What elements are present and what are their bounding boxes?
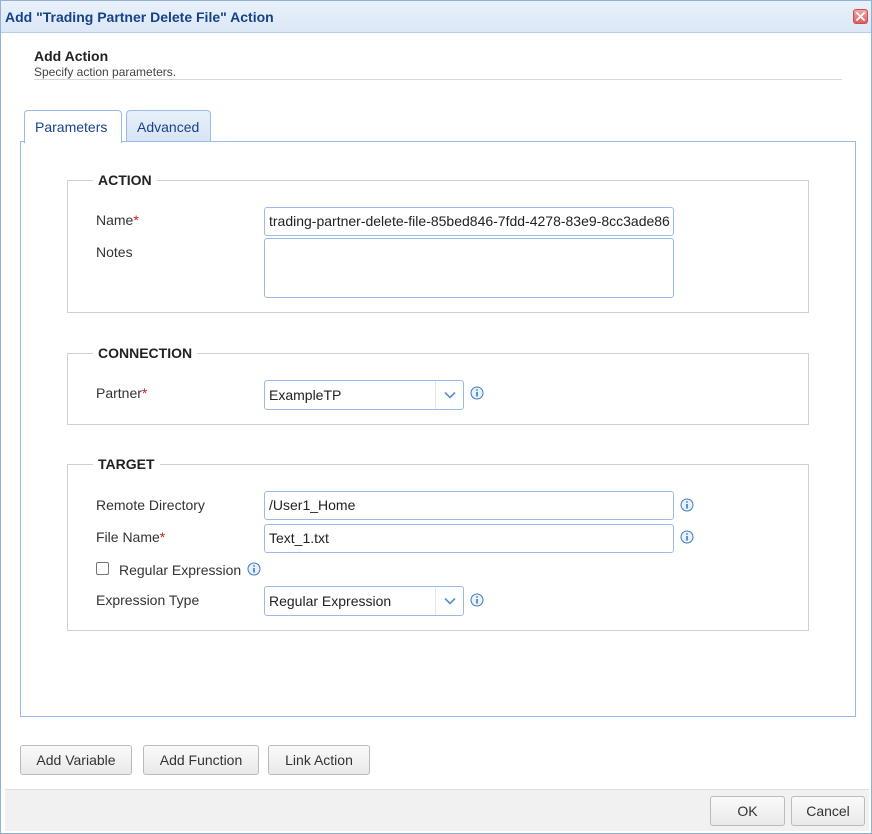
dialog-body: Add Action Specify action parameters. Pa… [5, 34, 869, 831]
info-icon[interactable] [470, 386, 484, 400]
info-icon[interactable] [680, 498, 694, 512]
target-legend: TARGET [98, 456, 155, 472]
add-variable-button[interactable]: Add Variable [20, 745, 132, 775]
partner-select-value: ExampleTP [269, 387, 342, 403]
notes-label: Notes [96, 244, 133, 260]
action-legend: ACTION [98, 172, 152, 188]
tab-parameters[interactable]: Parameters [24, 110, 122, 143]
chevron-down-icon[interactable] [435, 381, 463, 409]
connection-legend: CONNECTION [98, 345, 193, 361]
tab-advanced[interactable]: Advanced [126, 110, 211, 142]
required-marker: * [159, 529, 166, 545]
remote-directory-input[interactable]: /User1_Home [264, 491, 674, 520]
partner-label: Partner* [96, 385, 147, 401]
notes-textarea[interactable] [264, 238, 674, 298]
regular-expression-checkbox[interactable] [96, 562, 109, 575]
required-marker: * [133, 212, 139, 228]
link-action-button[interactable]: Link Action [268, 745, 370, 775]
chevron-down-icon[interactable] [435, 587, 463, 615]
name-input[interactable]: trading-partner-delete-file-85bed846-7fd… [264, 207, 674, 236]
regular-expression-label[interactable]: Regular Expression [119, 562, 241, 578]
dialog-title: Add "Trading Partner Delete File" Action [5, 9, 274, 25]
file-name-label-text: File Name [96, 529, 160, 545]
info-icon[interactable] [680, 530, 694, 544]
dialog-window: Add "Trading Partner Delete File" Action… [0, 0, 872, 834]
page-title: Add Action [34, 48, 109, 64]
file-name-label: File Name* [96, 529, 165, 545]
name-label-text: Name [96, 212, 134, 228]
parameters-panel: ACTION Name* trading-partner-delete-file… [20, 141, 856, 717]
add-function-button[interactable]: Add Function [143, 745, 259, 775]
file-name-input[interactable]: Text_1.txt [264, 524, 674, 553]
cancel-button[interactable]: Cancel [791, 796, 865, 826]
dialog-titlebar[interactable]: Add "Trading Partner Delete File" Action [1, 1, 871, 33]
name-label: Name* [96, 212, 139, 228]
close-icon[interactable] [853, 9, 868, 24]
required-marker: * [141, 385, 148, 401]
header-divider [34, 79, 842, 80]
dialog-footer: OK Cancel [5, 789, 869, 831]
expression-type-select[interactable]: Regular Expression [264, 586, 464, 616]
partner-label-text: Partner [96, 385, 142, 401]
partner-select[interactable]: ExampleTP [264, 380, 464, 410]
info-icon[interactable] [247, 562, 261, 576]
expression-type-label: Expression Type [96, 592, 200, 608]
remote-directory-label: Remote Directory [96, 497, 205, 513]
expression-type-value: Regular Expression [269, 593, 392, 609]
info-icon[interactable] [470, 593, 484, 607]
page-subtitle: Specify action parameters. [34, 65, 177, 79]
ok-button[interactable]: OK [710, 796, 785, 826]
